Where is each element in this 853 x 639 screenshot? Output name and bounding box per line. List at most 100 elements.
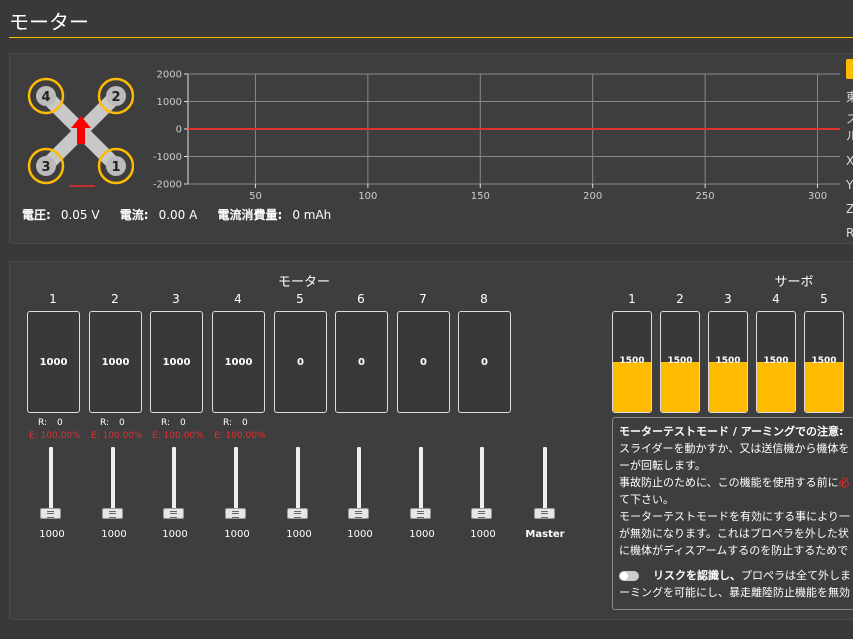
toggle-label: プロペラは全て外しま (741, 569, 851, 582)
motor-slider-value: 1000 (470, 529, 496, 540)
motor-output-value: 1000 (101, 356, 130, 368)
sensor-row: Z (846, 202, 853, 216)
quad-x-diagram: 4 2 3 1 (27, 77, 134, 187)
servos-section-title: サーボ (774, 275, 814, 290)
sensor-selector: 東 ス ル X Y Z R (846, 59, 853, 245)
motor-slider-track[interactable] (357, 447, 361, 517)
motor-label-1: 1 (111, 160, 120, 175)
warning-text: に機体がディスアームするのを防止するためで (619, 544, 849, 557)
motor-number: 4 (234, 292, 242, 306)
motor-output-bar: 0 (274, 311, 327, 413)
title-divider (9, 37, 853, 38)
motor-output-value: 1000 (224, 356, 253, 368)
gyro-chart: 2000 1000 0 -1000 -2000 50 100 150 200 250 300 (153, 70, 840, 201)
motor-slider-track[interactable] (480, 447, 484, 517)
warning-text: ーが回転します。 (619, 459, 706, 472)
motor-slider-track[interactable] (111, 447, 115, 517)
motor-output-value: 0 (297, 356, 304, 368)
servo-output-bar: 1500 (660, 311, 700, 413)
motor-rpm: R: 0 (223, 418, 283, 428)
x-tick-label: 300 (808, 191, 827, 201)
motor-rpm: R: 0 (100, 418, 160, 428)
motor-number: 8 (480, 292, 488, 306)
motor-number: 3 (172, 292, 180, 306)
motor-label-2: 2 (111, 90, 120, 105)
motor-label-4: 4 (41, 90, 50, 105)
servo-number: 3 (724, 292, 732, 306)
motor-output-value: 0 (481, 356, 488, 368)
warning-text: スライダーを動かすか、又は送信機から機体を (619, 442, 850, 455)
sensor-row: ル (846, 129, 853, 143)
motor-slider-thumb[interactable] (40, 508, 61, 519)
servo-output-fill (757, 362, 795, 412)
servo-number: 1 (628, 292, 636, 306)
y-tick-label: 1000 (157, 97, 182, 108)
servo-output-bar: 1500 (612, 311, 652, 413)
voltage-value: 0.05 V (60, 208, 100, 222)
motor-output-value: 1000 (162, 356, 191, 368)
motor-slider-thumb[interactable] (102, 508, 123, 519)
x-tick-label: 150 (471, 191, 490, 201)
motor-output-value: 0 (358, 356, 365, 368)
motor-output-bar: 1000 (89, 311, 142, 413)
rpm-value: 0 (119, 418, 125, 428)
motor-error-rate: E: 100.00% (29, 431, 81, 441)
y-tick-label: 0 (176, 125, 182, 136)
motor-slider-track[interactable] (49, 447, 53, 517)
motor-output-value: 0 (420, 356, 427, 368)
servo-output-bar: 1500 (804, 311, 844, 413)
servo-output-fill (709, 362, 747, 412)
master-slider-thumb[interactable] (534, 508, 555, 519)
motor-slider-value: 1000 (409, 529, 435, 540)
motor-slider-thumb[interactable] (471, 508, 492, 519)
servo-output-fill (805, 362, 843, 412)
servo-output-value: 1500 (667, 356, 693, 366)
consumption-label: 電流消費量: (217, 208, 283, 222)
x-tick-label: 200 (583, 191, 602, 201)
toggle-label-bold: リスクを認識し、 (653, 569, 741, 582)
motor-slider-thumb[interactable] (287, 508, 308, 519)
motor-rpm: R: 0 (161, 418, 221, 428)
motor-slider-value: 1000 (286, 529, 312, 540)
motor-slider-thumb[interactable] (410, 508, 431, 519)
master-slider-track[interactable] (543, 447, 547, 517)
rpm-value: 0 (180, 418, 186, 428)
motor-slider-thumb[interactable] (163, 508, 184, 519)
warning-heading: モーターテストモード / アーミングでの注意: (619, 425, 844, 438)
motor-output-bar: 0 (458, 311, 511, 413)
consumption-value: 0 mAh (292, 208, 332, 222)
motor-slider-track[interactable] (419, 447, 423, 517)
servo-output-fill (613, 362, 651, 412)
motor-status-panel: 4 2 3 1 2000 1000 0 -1000 -2000 50 100 150 200 25… (9, 53, 853, 244)
x-tick-label: 50 (249, 191, 262, 201)
motor-label-3: 3 (41, 160, 50, 175)
servo-number: 2 (676, 292, 684, 306)
servo-output-bar: 1500 (708, 311, 748, 413)
x-tick-label: 100 (358, 191, 377, 201)
motor-output-bar: 1000 (150, 311, 203, 413)
servo-output-value: 1500 (811, 356, 837, 366)
servo-output-bar: 1500 (756, 311, 796, 413)
motor-slider-thumb[interactable] (225, 508, 246, 519)
current-value: 0.00 A (158, 208, 198, 222)
rpm-label: R: (100, 418, 110, 428)
motor-slider-track[interactable] (296, 447, 300, 517)
risk-ack-toggle[interactable] (619, 571, 639, 581)
servo-output-fill (661, 362, 699, 412)
sensor-color-swatch[interactable] (846, 59, 853, 79)
voltage-label: 電圧: (22, 208, 51, 222)
motor-slider-value: 1000 (347, 529, 373, 540)
servo-output-value: 1500 (619, 356, 645, 366)
warning-text: て下さい。 (619, 493, 674, 506)
motor-output-bar: 0 (335, 311, 388, 413)
motor-error-rate: E: 100.00% (91, 431, 143, 441)
motor-slider-track[interactable] (172, 447, 176, 517)
motor-number: 2 (111, 292, 119, 306)
motor-slider-track[interactable] (234, 447, 238, 517)
motors-section-title: モーター (277, 275, 330, 290)
rpm-label: R: (38, 418, 48, 428)
rpm-value: 0 (57, 418, 63, 428)
master-label: Master (525, 529, 565, 540)
warning-text: モーターテストモードを有効にする事により一 (619, 510, 850, 523)
motor-slider-thumb[interactable] (348, 508, 369, 519)
